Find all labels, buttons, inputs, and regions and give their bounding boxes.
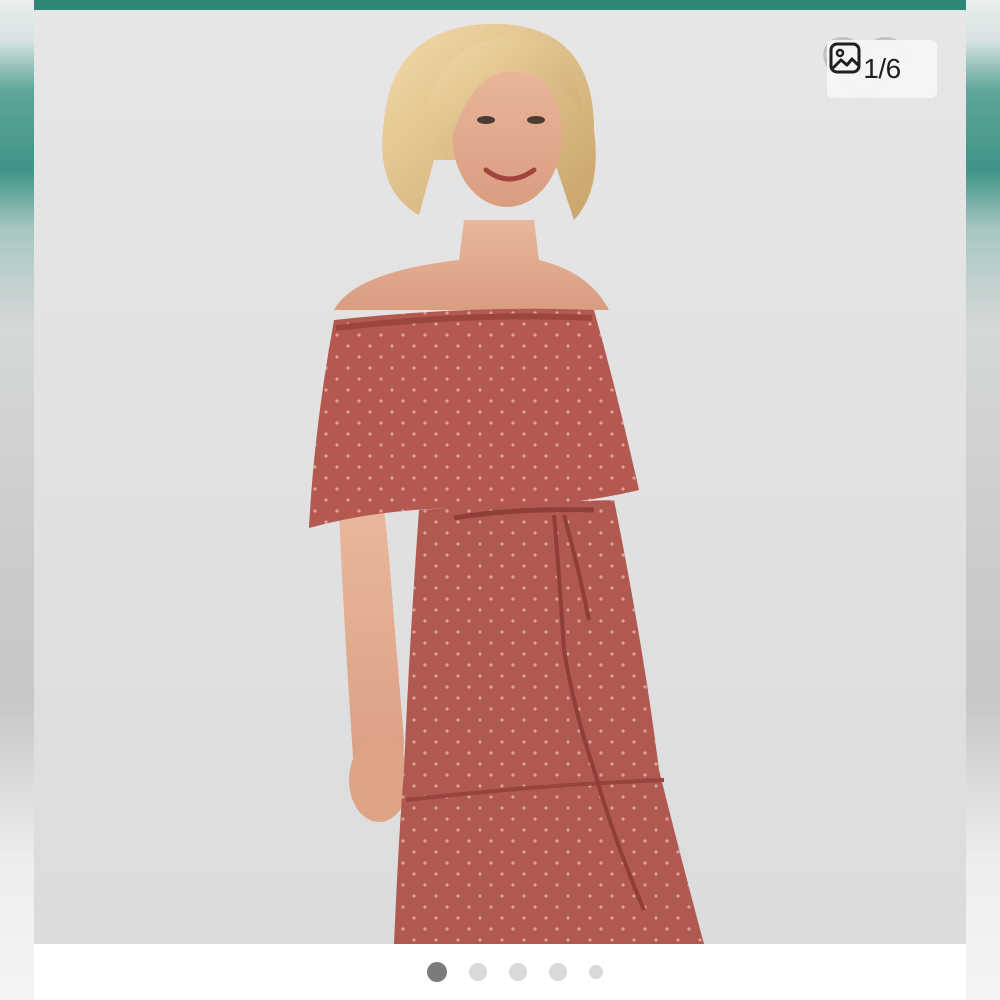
image-counter-badge[interactable]: 1/6 xyxy=(827,40,937,98)
top-bar xyxy=(34,0,966,10)
carousel-dot-3[interactable] xyxy=(509,963,527,981)
carousel-pagination xyxy=(34,944,966,1000)
listing-image-viewer: 1/6 xyxy=(34,0,966,1000)
product-photo[interactable]: 1/6 xyxy=(34,10,966,944)
product-photo-illustration xyxy=(309,23,905,944)
gallery-icon xyxy=(829,42,861,74)
carousel-dot-1[interactable] xyxy=(427,962,447,982)
carousel-dot-5[interactable] xyxy=(589,965,603,979)
carousel-dot-2[interactable] xyxy=(469,963,487,981)
carousel-dot-4[interactable] xyxy=(549,963,567,981)
image-counter-text: 1/6 xyxy=(863,53,901,84)
